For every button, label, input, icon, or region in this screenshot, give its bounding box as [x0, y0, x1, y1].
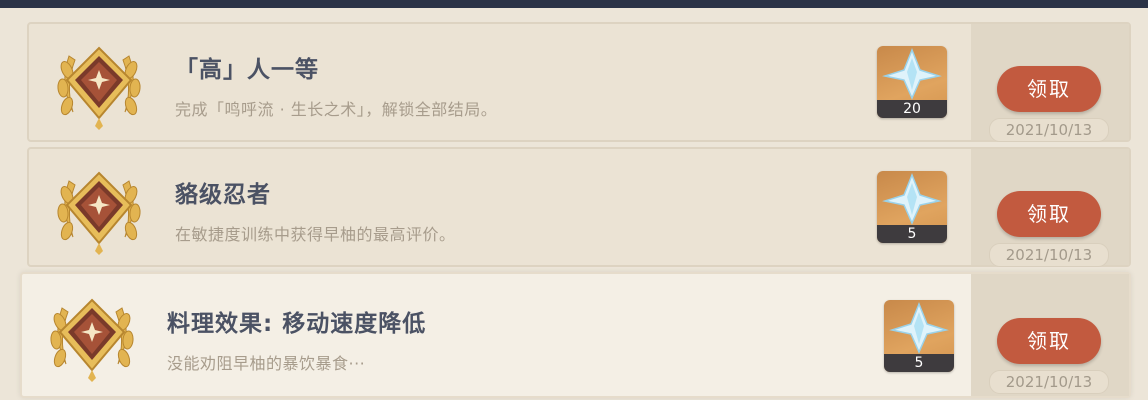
primogem-icon	[889, 301, 949, 354]
achievement-date: 2021/10/13	[989, 118, 1109, 142]
achievement-row: 料理效果: 移动速度降低 没能劝阻早柚的暴饮暴食··· 5 领取 2021/10…	[20, 272, 1131, 398]
achievement-title: 料理效果: 移动速度降低	[167, 311, 427, 337]
achievement-title: 貉级忍者	[175, 182, 271, 208]
reward-item[interactable]: 20	[877, 46, 947, 118]
reward-count: 5	[884, 354, 954, 372]
primogem-icon	[882, 172, 942, 225]
reward-item[interactable]: 5	[877, 171, 947, 243]
achievement-row: 貉级忍者 在敏捷度训练中获得早柚的最高评价。 5 领取 2021/10/13	[27, 147, 1131, 267]
achievement-date: 2021/10/13	[989, 243, 1109, 267]
achievement-title: 「高」人一等	[175, 57, 319, 83]
achievement-description: 没能劝阻早柚的暴饮暴食···	[167, 354, 366, 373]
reward-count: 20	[877, 100, 947, 118]
achievement-description: 完成「鸣呼流 · 生长之术」，解锁全部结局。	[175, 100, 498, 119]
achievement-badge-icon	[50, 298, 134, 382]
reward-item[interactable]: 5	[884, 300, 954, 372]
achievement-row: 「高」人一等 完成「鸣呼流 · 生长之术」，解锁全部结局。 20 领取 2021…	[27, 22, 1131, 142]
top-bar	[0, 0, 1148, 8]
achievement-badge-icon	[57, 171, 141, 255]
achievement-list: 「高」人一等 完成「鸣呼流 · 生长之术」，解锁全部结局。 20 领取 2021…	[0, 8, 1148, 400]
achievement-date: 2021/10/13	[989, 370, 1109, 394]
claim-button[interactable]: 领取	[997, 66, 1101, 112]
achievement-badge-icon	[57, 46, 141, 130]
reward-count: 5	[877, 225, 947, 243]
primogem-icon	[882, 47, 942, 100]
claim-button[interactable]: 领取	[997, 191, 1101, 237]
achievement-description: 在敏捷度训练中获得早柚的最高评价。	[175, 225, 456, 244]
claim-button[interactable]: 领取	[997, 318, 1101, 364]
